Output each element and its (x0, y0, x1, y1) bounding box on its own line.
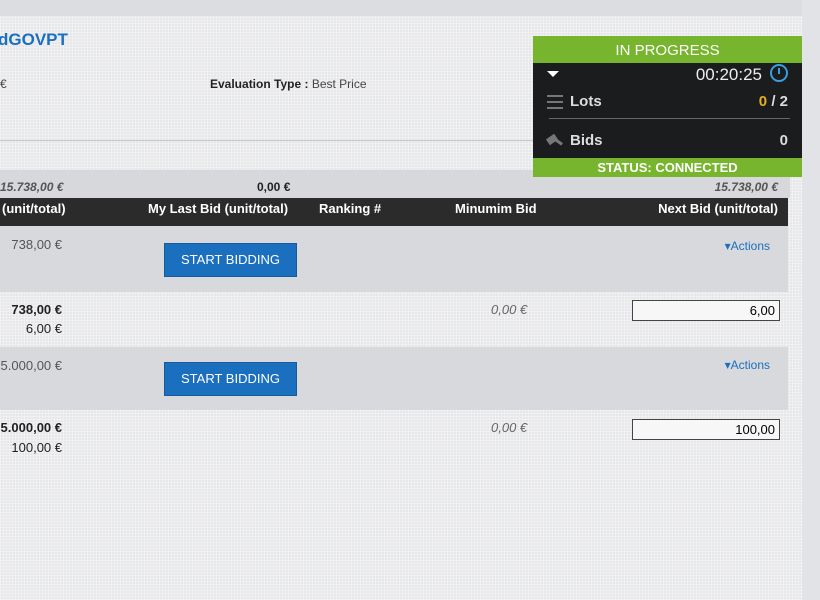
summary-next-bid: 15.738,00 € (714, 180, 778, 194)
page-title: dGOVPT (0, 30, 68, 49)
lot-row: 5.000,00 € START BIDDING ▾Actions (0, 347, 788, 410)
actions-menu[interactable]: ▾Actions (725, 358, 770, 372)
column-header-my-last-bid: My Last Bid (unit/total) (148, 201, 289, 216)
start-bidding-button[interactable]: START BIDDING (164, 362, 297, 396)
actions-label: Actions (730, 358, 770, 372)
lot-row: 738,00 € START BIDDING ▾Actions (0, 226, 788, 292)
next-bid-input[interactable] (632, 419, 780, 440)
page-right-edge (802, 0, 820, 600)
chevron-down-icon[interactable] (547, 71, 559, 77)
lot-unit: 6,00 € (25, 321, 62, 336)
lots-total: / 2 (771, 93, 788, 110)
lot-unit: 100,00 € (11, 440, 62, 455)
lot-total: 5.000,00 € (0, 420, 62, 435)
panel-divider (549, 118, 790, 119)
lot-price: 5.000,00 € (0, 358, 62, 373)
next-bid-input[interactable] (632, 300, 780, 321)
lot-price: 738,00 € (11, 237, 62, 252)
column-header-next-bid: Next Bid (unit/total) (658, 201, 778, 216)
lots-done: 0 (758, 93, 768, 110)
connection-status: STATUS: CONNECTED (533, 158, 802, 177)
evaluation-type: Evaluation Type : Best Price (210, 77, 367, 91)
countdown-timer: 00:20:25 (695, 65, 762, 84)
bids-count: 0 (779, 132, 788, 149)
bids-label: Bids (570, 132, 603, 149)
list-icon (547, 95, 563, 109)
column-header-ranking: Ranking # (319, 201, 382, 216)
minimum-bid-value: 0,00 € (491, 302, 528, 317)
stopwatch-icon (770, 64, 788, 82)
column-header-minimum-bid: Minumim Bid (455, 201, 537, 216)
summary-my-last-bid: 0,00 € (257, 180, 291, 194)
evaluation-type-value: Best Price (311, 77, 367, 91)
currency-fragment: € (0, 77, 7, 91)
actions-menu[interactable]: ▾Actions (725, 239, 770, 253)
gavel-icon (547, 134, 563, 146)
start-bidding-button[interactable]: START BIDDING (164, 243, 297, 277)
evaluation-type-label: Evaluation Type : (210, 77, 309, 91)
actions-label: Actions (730, 239, 770, 253)
auction-state: IN PROGRESS (533, 36, 802, 63)
column-header-price: (unit/total) (2, 201, 66, 216)
top-strip (0, 0, 802, 16)
lot-total: 738,00 € (11, 302, 62, 317)
auction-status-panel: IN PROGRESS 00:20:25 Lots 0 / 2 Bids 0 S… (533, 36, 802, 177)
summary-total: 15.738,00 € (0, 180, 64, 194)
lots-count: 0 / 2 (759, 93, 788, 110)
minimum-bid-value: 0,00 € (491, 420, 528, 435)
lots-label: Lots (570, 93, 602, 110)
table-header: (unit/total) My Last Bid (unit/total) Ra… (0, 198, 788, 226)
